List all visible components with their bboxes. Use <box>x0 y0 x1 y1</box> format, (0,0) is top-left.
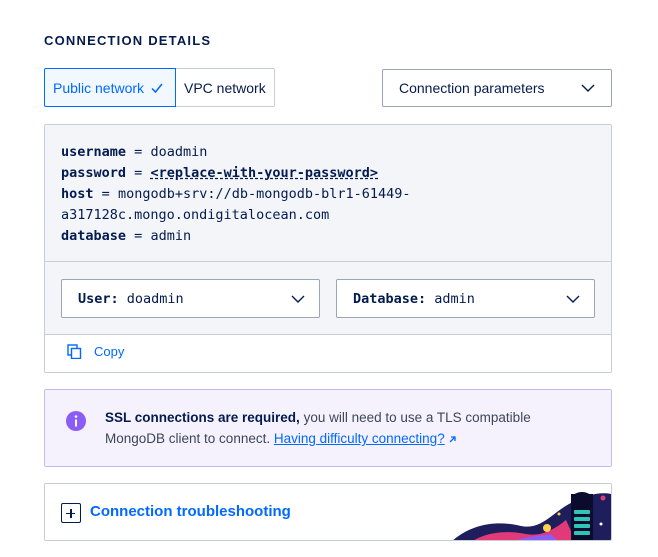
database-select[interactable]: Database: admin <box>336 279 595 318</box>
expand-icon <box>61 503 81 523</box>
alert-bold: SSL connections are required, <box>105 410 300 425</box>
check-icon <box>151 83 163 93</box>
user-select-value: doadmin <box>126 290 184 307</box>
external-link-icon <box>450 436 457 443</box>
tab-public-network[interactable]: Public network <box>44 68 176 107</box>
tab-vpc-network[interactable]: VPC network <box>176 68 275 107</box>
chevron-down-icon <box>566 295 580 303</box>
user-select[interactable]: User: doadmin <box>61 279 320 318</box>
section-title: CONNECTION DETAILS <box>44 33 212 48</box>
network-tabs: Public network VPC network <box>44 68 275 107</box>
alert-message: SSL connections are required, you will n… <box>105 407 575 449</box>
connection-parameters-select[interactable]: Connection parameters <box>382 69 612 107</box>
user-select-label: User: <box>78 290 119 307</box>
connection-details-box: username = doadmin password = <replace-w… <box>44 124 612 373</box>
troubleshooting-label: Connection troubleshooting <box>90 503 291 520</box>
code-block: username = doadmin password = <replace-w… <box>45 125 611 335</box>
copy-button[interactable]: Copy <box>67 344 124 359</box>
select-value: Connection parameters <box>399 80 545 96</box>
password-placeholder: <replace-with-your-password> <box>150 165 379 181</box>
space-illustration <box>453 492 611 540</box>
chevron-down-icon <box>581 84 595 92</box>
tab-label: Public network <box>53 79 145 96</box>
code-line-host-cont: a317128c.mongo.ondigitalocean.com <box>61 207 330 223</box>
database-select-value: admin <box>434 290 475 307</box>
tab-label: VPC network <box>184 79 266 96</box>
database-select-label: Database: <box>353 290 427 307</box>
code-line-database: database = admin <box>61 228 192 244</box>
code-line-host: host = mongodb+srv://db-mongodb-blr1-614… <box>61 186 411 202</box>
code-line-password: password = <replace-with-your-password> <box>61 165 379 181</box>
ssl-alert: SSL connections are required, you will n… <box>44 389 612 467</box>
code-line-username: username = doadmin <box>61 144 208 160</box>
info-icon <box>66 411 86 431</box>
chevron-down-icon <box>291 295 305 303</box>
difficulty-link[interactable]: Having difficulty connecting? <box>274 431 445 446</box>
copy-label: Copy <box>94 344 125 359</box>
copy-icon <box>67 344 82 359</box>
connection-string[interactable]: username = doadmin password = <replace-w… <box>61 142 411 247</box>
connection-troubleshooting[interactable]: Connection troubleshooting <box>44 483 612 541</box>
divider <box>45 261 611 262</box>
